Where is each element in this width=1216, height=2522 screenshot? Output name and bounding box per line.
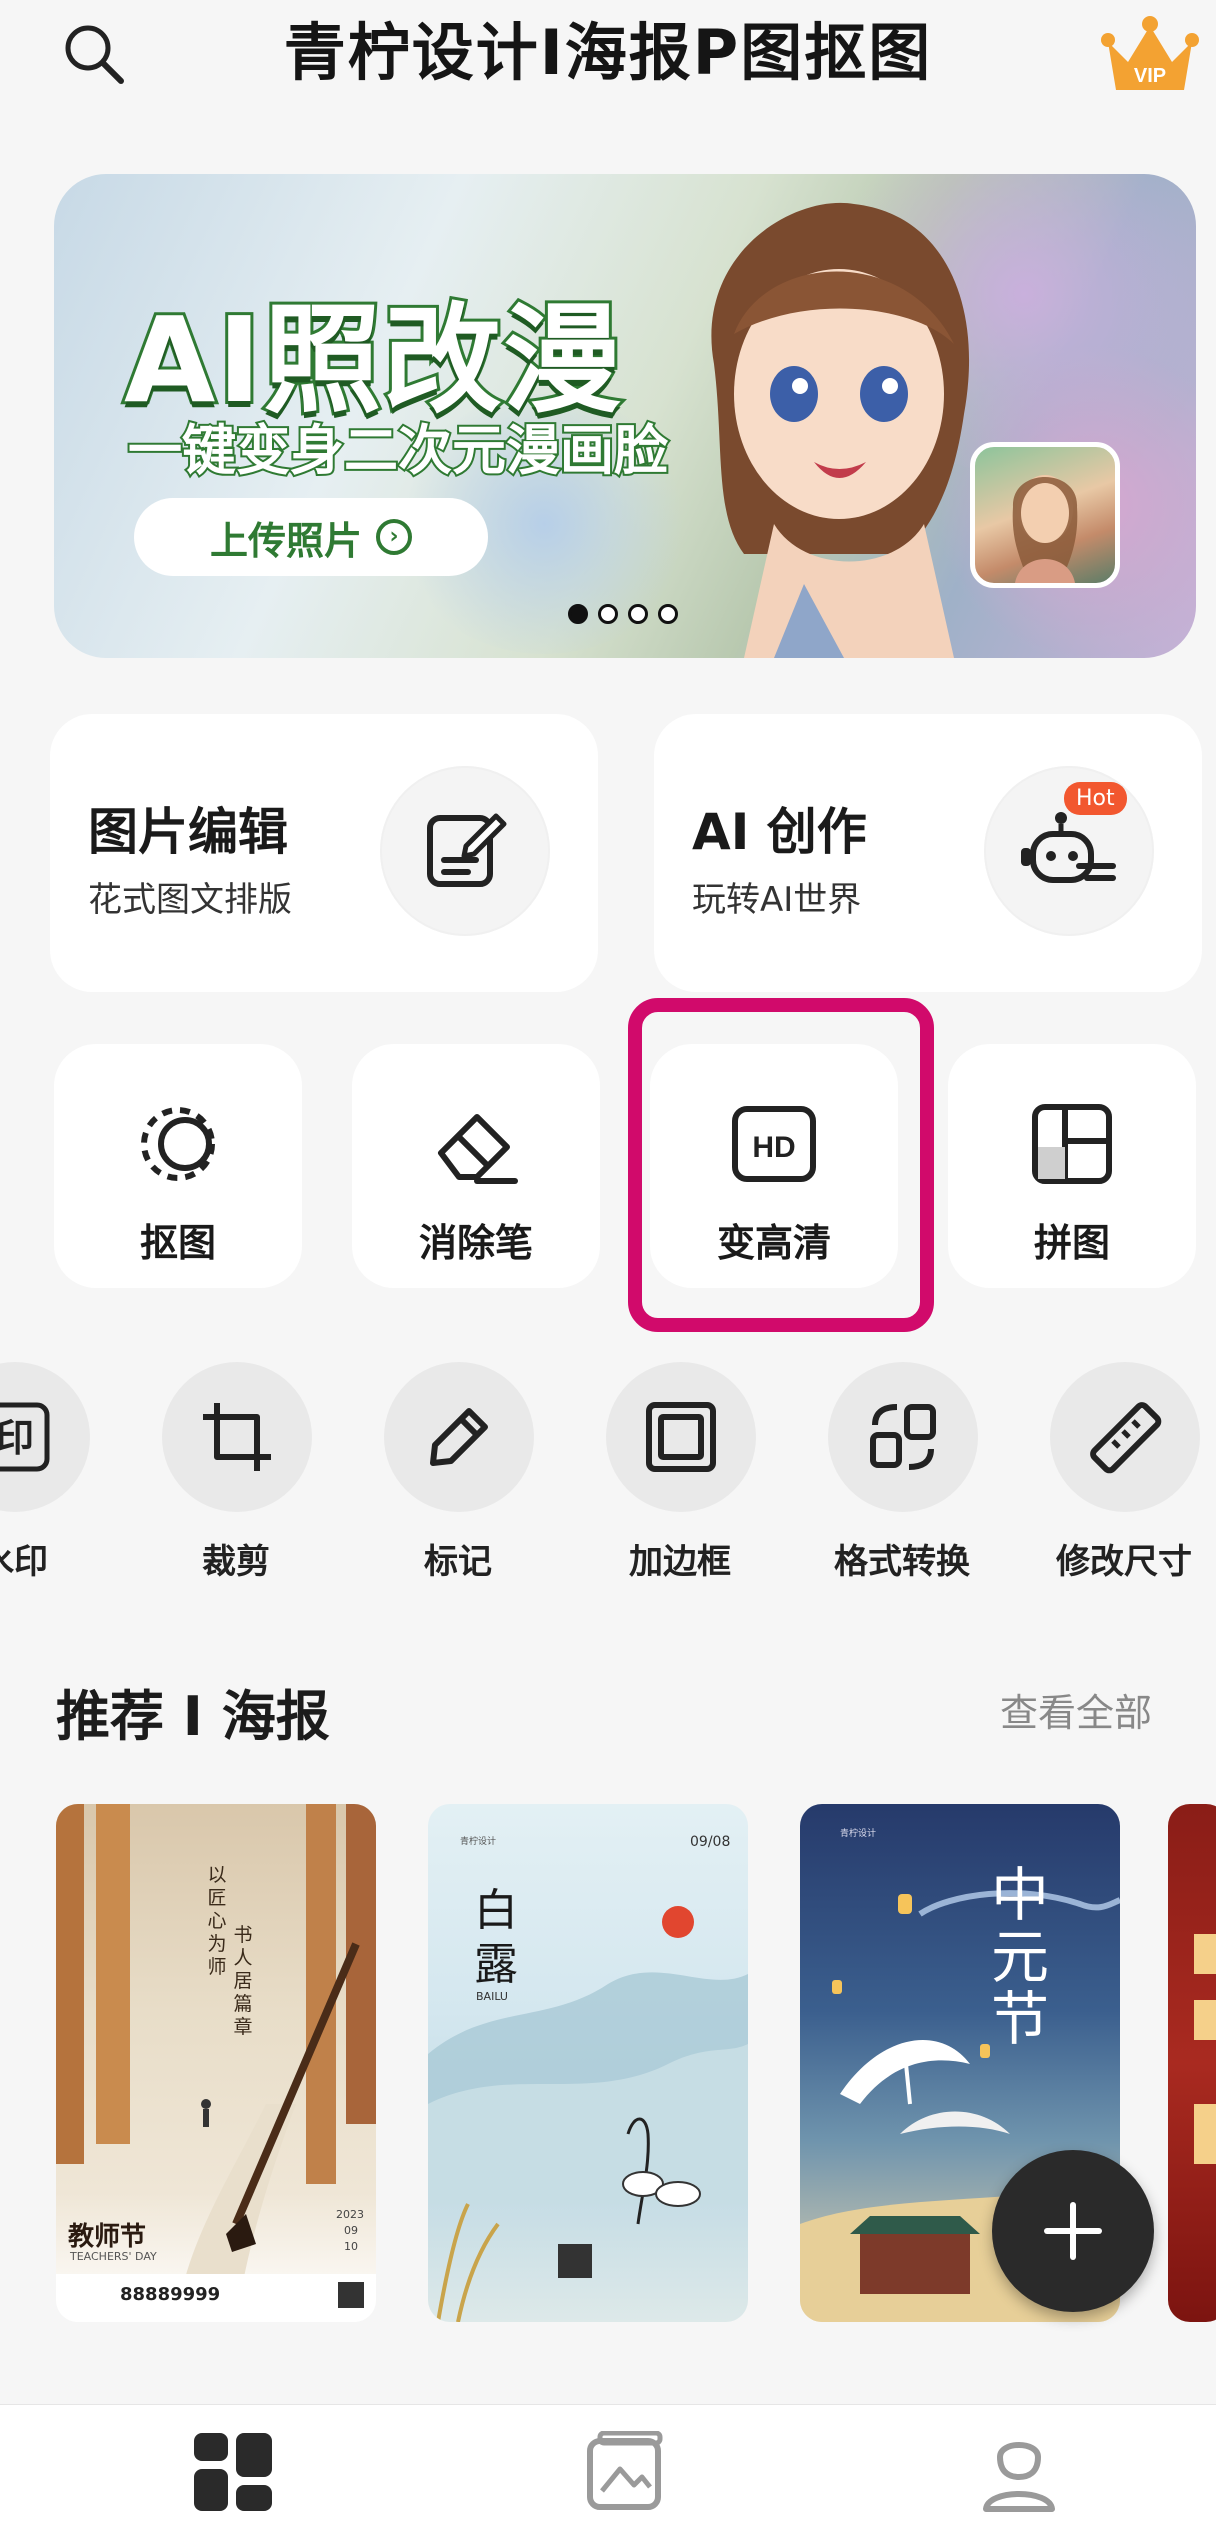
upload-photo-button[interactable]: 上传照片 ›	[134, 498, 488, 576]
carousel-dot[interactable]	[568, 604, 588, 624]
card-subtitle: 花式图文排版	[88, 880, 292, 920]
poster-year: 2023	[336, 2208, 364, 2221]
promo-banner[interactable]: AI照改漫 一键变身二次元漫画脸 上传照片 ›	[54, 174, 1196, 658]
tool-crop[interactable]: 裁剪	[156, 1362, 316, 1592]
anime-character-illustration	[711, 202, 970, 658]
poster-vertical-text: 以匠心为师	[207, 1864, 227, 1978]
tool-cutout[interactable]: 抠图	[54, 1044, 302, 1288]
poster-month: 09	[344, 2224, 358, 2237]
user-icon	[983, 2442, 1055, 2512]
home-tab[interactable]	[188, 2427, 278, 2517]
tool-format-convert[interactable]: 格式转换	[822, 1362, 982, 1592]
eraser-icon	[426, 1094, 526, 1194]
poster-title: 中元节	[990, 1861, 1049, 2053]
poster-card[interactable]	[1168, 1804, 1216, 2322]
poster-day: 10	[344, 2240, 358, 2253]
poster-card[interactable]: 以匠心为师 书人居篇章 教师节 TEACHERS' DAY 2023 09 10…	[56, 1804, 376, 2322]
banner-subtitle: 一键变身二次元漫画脸	[126, 417, 670, 484]
poster-vertical-text: 书人居篇章	[233, 1924, 253, 2038]
tool-label: 水印	[0, 1542, 48, 1582]
image-edit-card[interactable]: 图片编辑 花式图文排版	[50, 714, 598, 992]
page-title: 青柠设计I海报P图抠图	[283, 16, 933, 89]
tool-label: 消除笔	[418, 1221, 533, 1265]
search-icon	[65, 25, 124, 84]
plus-icon	[1044, 2202, 1102, 2260]
search-button[interactable]	[54, 14, 134, 94]
watermark-icon: 印	[0, 1362, 90, 1512]
tool-label: 裁剪	[202, 1542, 270, 1582]
hd-icon: HD	[724, 1094, 824, 1194]
tool-frame[interactable]: 加边框	[600, 1362, 760, 1592]
card-title: 图片编辑	[88, 803, 288, 861]
frame-icon	[606, 1362, 756, 1512]
cutout-icon	[128, 1094, 228, 1194]
sample-photo-thumbnail	[970, 442, 1120, 588]
hot-badge: Hot	[1064, 782, 1127, 815]
poster-card[interactable]: 白 露 BAILU 09/08 青柠设计	[428, 1804, 748, 2322]
tool-watermark[interactable]: 印 水印	[0, 1362, 94, 1592]
profile-tab[interactable]	[974, 2427, 1064, 2517]
tool-mark[interactable]: 标记	[378, 1362, 538, 1592]
card-subtitle: 玩转AI世界	[692, 880, 862, 920]
carousel-indicator[interactable]	[568, 604, 678, 624]
tool-collage[interactable]: 拼图	[948, 1044, 1196, 1288]
hd-text: HD	[752, 1131, 795, 1164]
card-title: AI 创作	[692, 803, 867, 861]
chevron-right-icon: ›	[376, 519, 412, 555]
crop-icon	[162, 1362, 312, 1512]
poster-phone: 88889999	[120, 2284, 221, 2305]
tool-label: 变高清	[716, 1221, 831, 1265]
poster-subtitle: BAILU	[476, 1990, 508, 2003]
vip-label: VIP	[1134, 65, 1166, 87]
app-header: 青柠设计I海报P图抠图 VIP	[0, 0, 1216, 120]
poster-subtitle: TEACHERS' DAY	[70, 2250, 157, 2263]
section-title: 推荐 I 海报	[56, 1685, 330, 1748]
convert-icon	[828, 1362, 978, 1512]
tool-label: 标记	[424, 1542, 492, 1582]
carousel-dot[interactable]	[598, 604, 618, 624]
tool-enhance-hd[interactable]: HD 变高清	[650, 1044, 898, 1288]
dashboard-icon	[194, 2433, 272, 2511]
watermark-glyph: 印	[0, 1416, 34, 1460]
carousel-dot[interactable]	[658, 604, 678, 624]
tool-label: 修改尺寸	[1056, 1542, 1192, 1582]
view-all-link[interactable]: 查看全部	[1000, 1682, 1152, 1737]
tool-label: 加边框	[629, 1542, 731, 1582]
poster-date: 09/08	[690, 1834, 731, 1850]
tool-label: 格式转换	[834, 1542, 970, 1582]
carousel-dot[interactable]	[628, 604, 648, 624]
tool-label: 抠图	[139, 1221, 216, 1265]
crown-icon: VIP	[1101, 16, 1199, 90]
create-fab-button[interactable]	[992, 2150, 1154, 2312]
ai-creation-card[interactable]: AI 创作 玩转AI世界 Hot	[654, 714, 1202, 992]
poster-brand: 青柠设计	[460, 1837, 497, 1847]
poster-title: 教师节	[68, 2222, 147, 2252]
bottom-tab-bar	[0, 2404, 1216, 2522]
tool-resize[interactable]: 修改尺寸	[1044, 1362, 1204, 1592]
robot-icon: Hot	[984, 766, 1154, 936]
gallery-tab[interactable]	[580, 2427, 670, 2517]
poster-title: 露	[474, 1939, 518, 1990]
vip-button[interactable]: VIP	[1100, 12, 1200, 100]
gallery-icon	[587, 2431, 663, 2510]
poster-brand: 青柠设计	[840, 1829, 877, 1839]
upload-photo-label: 上传照片	[209, 518, 362, 563]
pen-icon	[384, 1362, 534, 1512]
tool-label: 拼图	[1033, 1221, 1110, 1265]
tool-eraser[interactable]: 消除笔	[352, 1044, 600, 1288]
collage-icon	[1022, 1094, 1122, 1194]
red-poster-artwork	[1194, 1934, 1216, 2164]
edit-icon	[380, 766, 550, 936]
ruler-icon	[1050, 1362, 1200, 1512]
